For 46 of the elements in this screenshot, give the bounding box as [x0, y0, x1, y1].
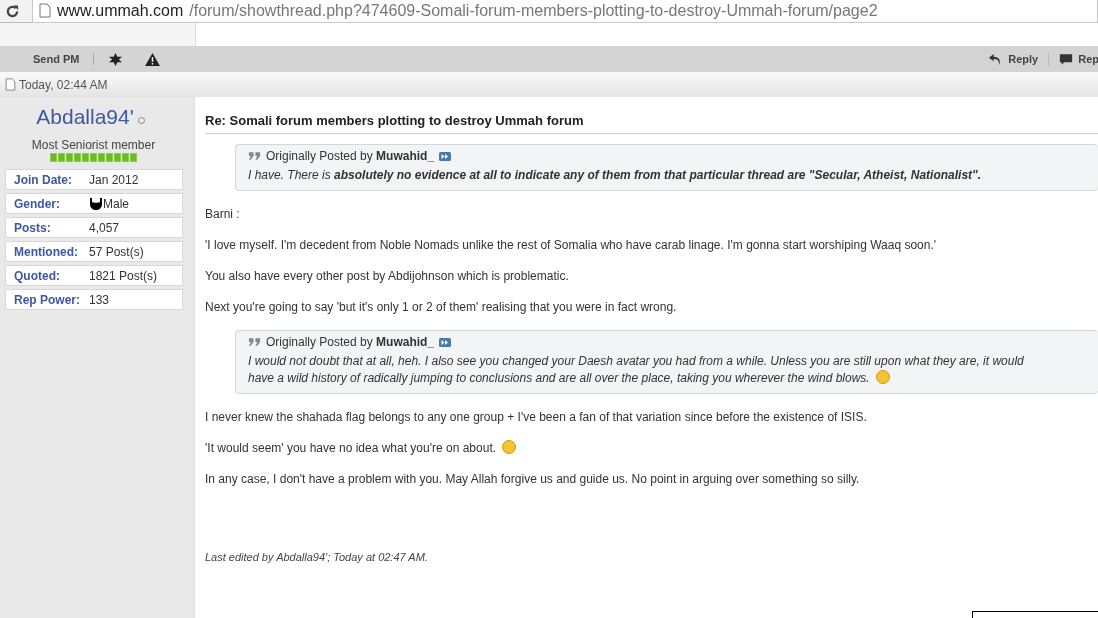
info-value: 133 — [89, 292, 110, 307]
post-title: Re: Somali forum members plotting to destroy Ummah forum — [205, 113, 1098, 134]
beard-icon — [89, 196, 103, 211]
smiley-icon — [502, 440, 517, 454]
quote-text: I have. There is absolutely no evidence at all to indicate any of them from that particular thread are "Secular, Atheist, Nationalist". — [248, 167, 983, 184]
quote-attribution: Originally Posted by Muwahid_ — [266, 335, 435, 349]
send-pm-button[interactable]: Send PM — [23, 53, 95, 65]
warning-icon[interactable] — [145, 52, 161, 66]
info-value: Male — [103, 196, 129, 211]
post-paragraph: You also have every other post by Abdijohnson which is problematic. — [205, 268, 570, 284]
info-label: Mentioned: — [14, 244, 79, 259]
info-value: 4,057 — [89, 220, 120, 235]
post-date: Today, 02:44 AM — [19, 77, 108, 92]
info-label: Join Date: — [14, 172, 73, 187]
info-value: Jan 2012 — [89, 172, 139, 187]
quote-icon — [248, 337, 261, 347]
quote-icon — [248, 151, 261, 161]
reply-button[interactable]: Reply — [978, 52, 1049, 66]
view-post-icon[interactable] — [439, 337, 452, 347]
post-paragraph: In any case, I don't have a problem with you. May Allah forgive us and guide us. No point in arguing over something so silly. — [205, 471, 861, 487]
username-link[interactable]: Abdalla94' — [36, 105, 134, 129]
info-label: Posts: — [14, 220, 52, 235]
post-paragraph: Next you're going to say 'but it's only 1 or 2 of them' realising that you were in fact wrong. — [205, 299, 678, 315]
info-label: Gender: — [14, 196, 61, 211]
post-paragraph: I never knew the shahada flag belongs to any one group + I've been a fan of that variation since before the existence of ISIS. — [205, 409, 868, 425]
page-icon — [39, 3, 51, 18]
smiley-icon — [875, 370, 890, 384]
user-rank: Most Seniorist member — [30, 138, 157, 152]
post-paragraph: 'It would seem' you have no idea what you're on about. — [205, 440, 1098, 456]
reply-with-quote-button[interactable]: Rep — [1048, 52, 1098, 66]
document-icon — [5, 78, 16, 91]
reload-icon[interactable] — [5, 3, 20, 19]
info-label: Rep Power: — [14, 292, 81, 307]
address-field[interactable]: www.ummah.com /forum/showthread.php?474609-Somali-forum-members-plotting-to-destroy-Ummah-forum/page2 — [32, 0, 1098, 23]
edit-note: Last edited by Abdalla94'; Today at 02:47 AM. — [205, 551, 429, 563]
speech-bubble-icon — [1059, 52, 1074, 66]
info-value: 1821 Post(s) — [89, 268, 158, 283]
view-post-icon[interactable] — [439, 151, 452, 161]
post-paragraph: 'I love myself. I'm decedent from Noble Nomads unlike the rest of Somalia who have carab linage. I'm gonna start worshiping Waaq soon.' — [205, 237, 938, 253]
quote-text: I would not doubt that at all, heh. I also see you changed your Daesh avatar you had from a while. Unless you are still upon what they are, it would — [248, 353, 1025, 370]
quote-text: have a wild history of radically jumping to conclusions and are all over the place, taking you wherever the wind blows. — [248, 370, 1088, 387]
info-label: Quoted: — [14, 268, 61, 283]
star-icon[interactable] — [108, 51, 124, 67]
info-value: 57 Post(s) — [89, 244, 144, 259]
post-paragraph: Barni : — [205, 206, 241, 222]
quote-attribution: Originally Posted by Muwahid_ — [266, 149, 435, 163]
